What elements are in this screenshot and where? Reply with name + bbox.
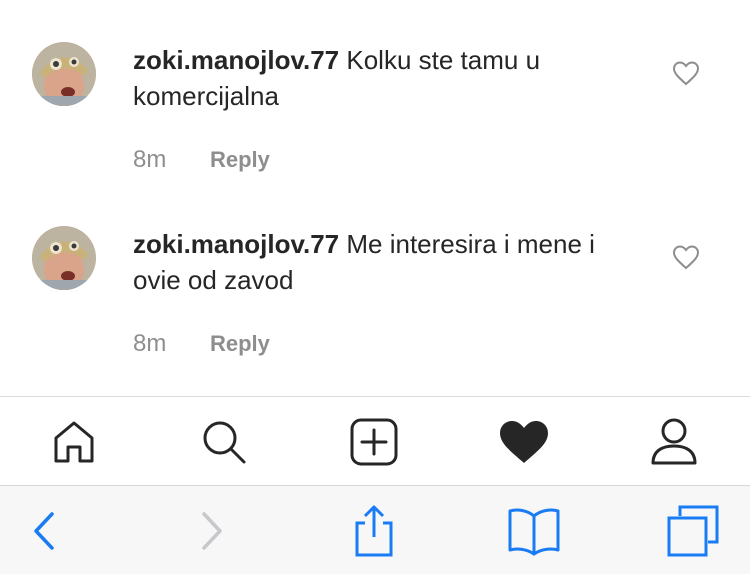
activity-heart-icon[interactable]: [494, 397, 554, 486]
bookmarks-icon[interactable]: [506, 486, 562, 574]
comment-timestamp: 8m: [133, 330, 167, 357]
avatar[interactable]: [32, 226, 96, 290]
back-icon[interactable]: [22, 486, 66, 574]
comments-list[interactable]: zoki.manojlov.77 Kolku ste tamu u komerc…: [0, 0, 750, 396]
browser-toolbar: [0, 485, 750, 574]
new-post-icon[interactable]: [344, 397, 404, 486]
comment-username[interactable]: zoki.manojlov.77: [133, 45, 339, 75]
search-icon[interactable]: [194, 397, 254, 486]
home-icon[interactable]: [44, 397, 104, 486]
comment-meta: 8m Reply: [133, 326, 270, 362]
reply-button[interactable]: Reply: [210, 331, 270, 357]
forward-icon: [190, 486, 234, 574]
like-heart-icon[interactable]: [672, 244, 700, 270]
tabs-icon[interactable]: [664, 486, 722, 574]
like-heart-icon[interactable]: [672, 60, 700, 86]
comment-item: zoki.manojlov.77 Me interesira i mene i …: [0, 184, 750, 364]
share-icon[interactable]: [350, 486, 398, 574]
comment-text: zoki.manojlov.77 Me interesira i mene i …: [133, 226, 633, 298]
reply-button[interactable]: Reply: [210, 147, 270, 173]
comment-timestamp: 8m: [133, 146, 167, 173]
avatar[interactable]: [32, 42, 96, 106]
comment-username[interactable]: zoki.manojlov.77: [133, 229, 339, 259]
profile-icon[interactable]: [644, 397, 704, 486]
instagram-comments-screen: zoki.manojlov.77 Kolku ste tamu u komerc…: [0, 0, 750, 574]
comment-text: zoki.manojlov.77 Kolku ste tamu u komerc…: [133, 42, 633, 114]
comment-item: zoki.manojlov.77 Kolku ste tamu u komerc…: [0, 0, 750, 180]
instagram-tab-bar: [0, 396, 750, 486]
comment-meta: 8m Reply: [133, 142, 270, 178]
